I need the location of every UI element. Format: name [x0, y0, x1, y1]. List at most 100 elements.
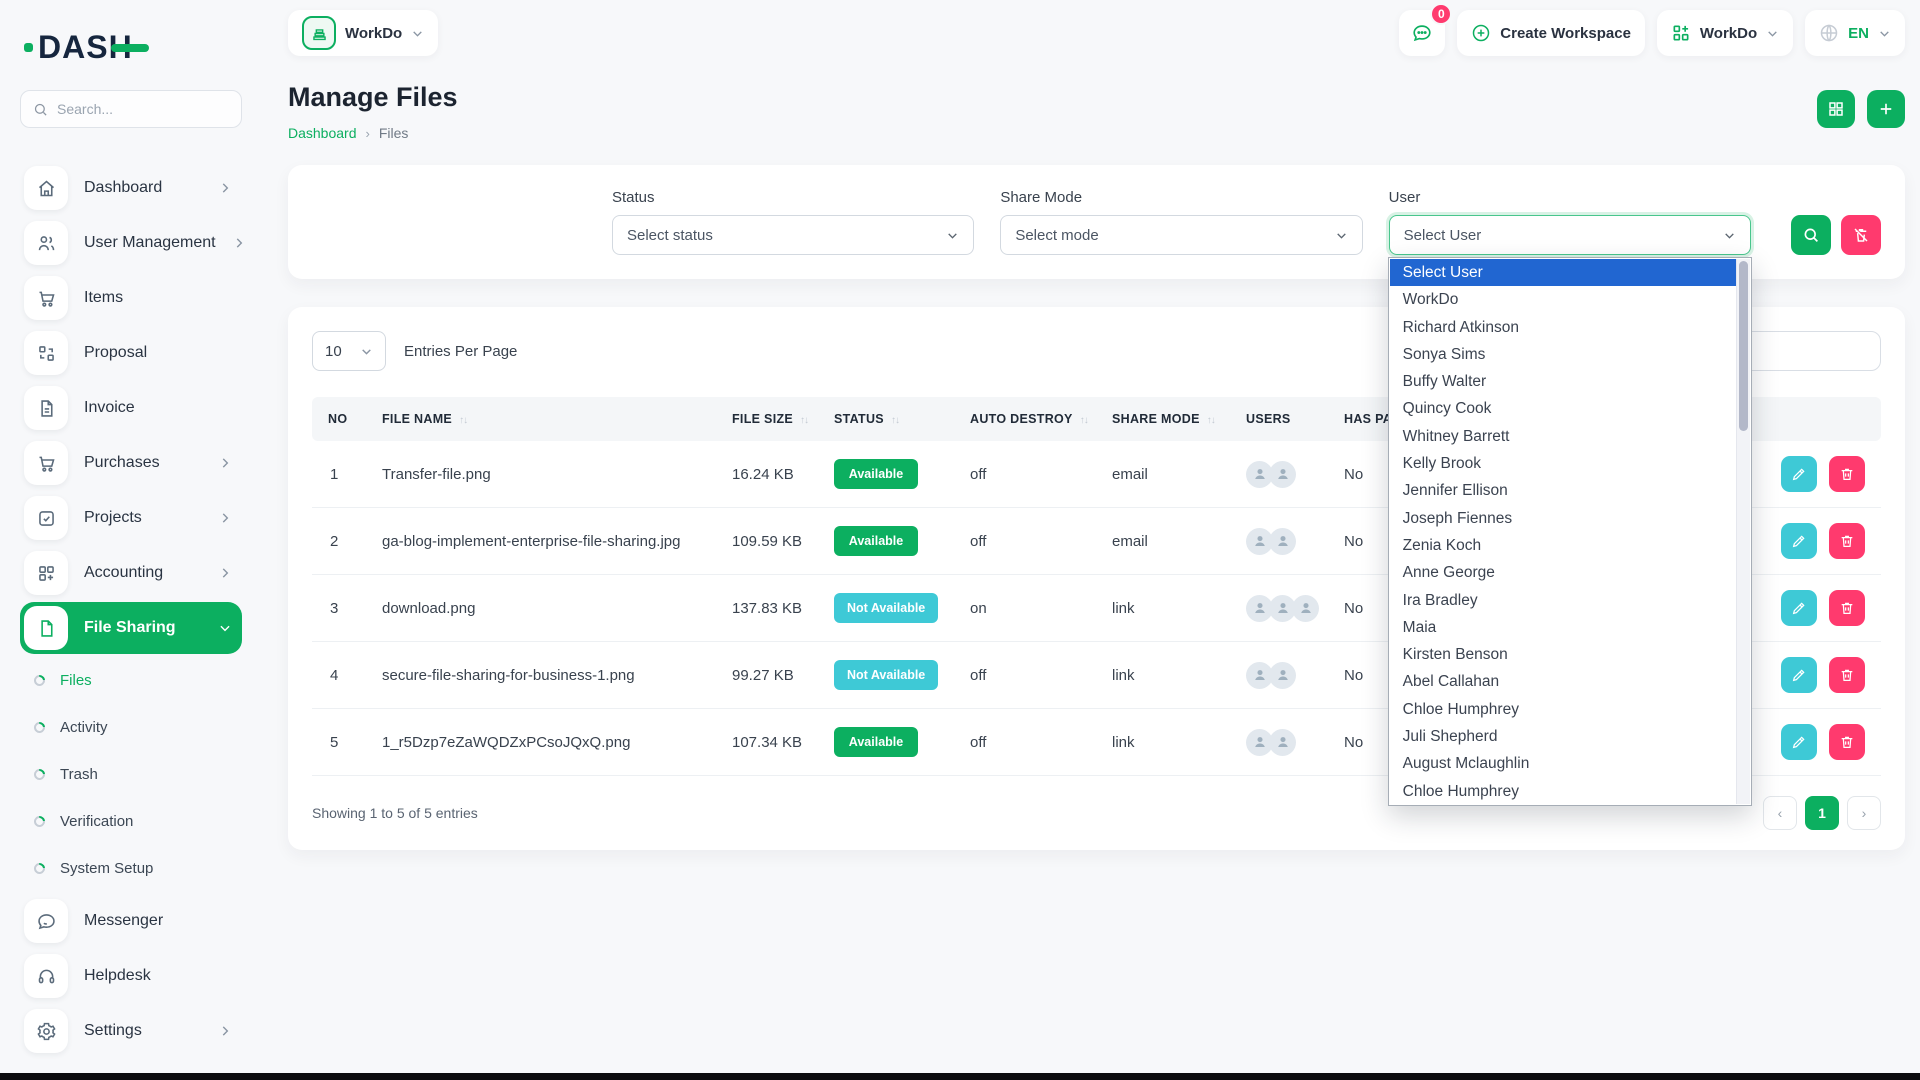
column-header-file-name[interactable]: FILE NAME↑↓ [372, 397, 722, 441]
delete-file-button[interactable] [1829, 724, 1865, 760]
user-option[interactable]: August Mclaughlin [1390, 750, 1736, 777]
user-select-value: Select User [1404, 227, 1482, 244]
user-option[interactable]: Juli Shepherd [1390, 723, 1736, 750]
edit-file-button[interactable] [1781, 523, 1817, 559]
share-mode-select[interactable]: Select mode [1000, 215, 1362, 255]
edit-file-button[interactable] [1781, 724, 1817, 760]
sidebar-search-input[interactable] [57, 101, 229, 117]
user-option[interactable]: Kirsten Benson [1390, 641, 1736, 668]
sidebar-subitem-files[interactable]: Files [20, 657, 242, 704]
pagination-page-1-button[interactable]: 1 [1805, 796, 1839, 830]
sidebar-item-accounting[interactable]: Accounting [20, 547, 242, 599]
sidebar-subitem-verification[interactable]: Verification [20, 798, 242, 845]
sort-icon[interactable]: ↑↓ [800, 415, 808, 426]
status-badge: Available [834, 727, 918, 757]
edit-file-button[interactable] [1781, 657, 1817, 693]
dropdown-scrollbar-thumb[interactable] [1739, 261, 1748, 431]
delete-file-button[interactable] [1829, 456, 1865, 492]
sidebar-item-purchases[interactable]: Purchases [20, 437, 242, 489]
user-option[interactable]: Chloe Humphrey [1390, 778, 1736, 804]
cell-no: 4 [312, 642, 372, 709]
file-icon [24, 606, 68, 650]
breadcrumb-dashboard-link[interactable]: Dashboard [288, 125, 357, 141]
user-option[interactable]: Quincy Cook [1390, 395, 1736, 422]
user-option[interactable]: Abel Callahan [1390, 668, 1736, 695]
sort-icon[interactable]: ↑↓ [459, 415, 467, 426]
bullet-ring-icon [32, 720, 47, 735]
sidebar-item-messenger[interactable]: Messenger [20, 895, 242, 947]
dropdown-scrollbar[interactable] [1736, 259, 1750, 804]
workspace-switcher[interactable]: WorkDo [288, 10, 438, 56]
sidebar-item-items[interactable]: Items [20, 272, 242, 324]
pagination-next-button[interactable]: › [1847, 796, 1881, 830]
trash-icon [1839, 533, 1855, 549]
entries-per-page-select[interactable]: 10 [312, 331, 386, 371]
status-badge: Not Available [834, 660, 938, 690]
user-option[interactable]: Jennifer Ellison [1390, 477, 1736, 504]
user-option[interactable]: Buffy Walter [1390, 368, 1736, 395]
chevron-right-icon [232, 236, 246, 250]
delete-file-button[interactable] [1829, 590, 1865, 626]
edit-file-button[interactable] [1781, 590, 1817, 626]
users-avatars [1246, 662, 1324, 689]
status-select[interactable]: Select status [612, 215, 974, 255]
sidebar-subitem-trash[interactable]: Trash [20, 751, 242, 798]
create-workspace-button[interactable]: Create Workspace [1457, 10, 1645, 56]
sort-icon[interactable]: ↑↓ [1207, 415, 1215, 426]
pagination-prev-button[interactable]: ‹ [1763, 796, 1797, 830]
messages-button[interactable]: 0 [1399, 10, 1445, 56]
user-option[interactable]: Chloe Humphrey [1390, 696, 1736, 723]
user-option[interactable]: Richard Atkinson [1390, 314, 1736, 341]
users-avatars [1246, 729, 1324, 756]
column-header-share-mode[interactable]: SHARE MODE↑↓ [1102, 397, 1236, 441]
workspace-name: WorkDo [345, 25, 402, 42]
user-option[interactable]: Anne George [1390, 559, 1736, 586]
user-option[interactable]: Joseph Fiennes [1390, 505, 1736, 532]
user-option[interactable]: WorkDo [1390, 286, 1736, 313]
column-header-auto-destroy[interactable]: AUTO DESTROY↑↓ [960, 397, 1102, 441]
cell-file-name: download.png [372, 575, 722, 642]
sidebar-item-invoice[interactable]: Invoice [20, 382, 242, 434]
sort-icon[interactable]: ↑↓ [891, 415, 899, 426]
sidebar-item-projects[interactable]: Projects [20, 492, 242, 544]
user-option[interactable]: Kelly Brook [1390, 450, 1736, 477]
app-grid-icon [1671, 23, 1691, 43]
sidebar-item-label: Helpdesk [84, 967, 151, 985]
sidebar-subitem-activity[interactable]: Activity [20, 704, 242, 751]
user-option[interactable]: Maia [1390, 614, 1736, 641]
user-option[interactable]: Zenia Koch [1390, 532, 1736, 559]
user-option[interactable]: Select User [1390, 259, 1736, 286]
language-selector[interactable]: EN [1805, 10, 1905, 56]
cell-file-size: 137.83 KB [722, 575, 824, 642]
sidebar-item-dashboard[interactable]: Dashboard [20, 162, 242, 214]
reset-filter-button[interactable] [1841, 215, 1881, 255]
column-header-file-size[interactable]: FILE SIZE↑↓ [722, 397, 824, 441]
user-option[interactable]: Sonya Sims [1390, 341, 1736, 368]
user-option[interactable]: Whitney Barrett [1390, 423, 1736, 450]
sidebar-item-helpdesk[interactable]: Helpdesk [20, 950, 242, 1002]
sidebar-item-proposal[interactable]: Proposal [20, 327, 242, 379]
sort-icon[interactable]: ↑↓ [1080, 415, 1088, 426]
sidebar-search[interactable] [20, 90, 242, 128]
pagination: ‹ 1 › [1763, 796, 1881, 830]
trash-icon [1839, 466, 1855, 482]
delete-file-button[interactable] [1829, 523, 1865, 559]
edit-file-button[interactable] [1781, 456, 1817, 492]
trash-icon [1839, 667, 1855, 683]
sidebar-subitem-system-setup[interactable]: System Setup [20, 845, 242, 892]
grid-view-button[interactable] [1817, 90, 1855, 128]
sidebar-item-settings[interactable]: Settings [20, 1005, 242, 1057]
cell-file-name: Transfer-file.png [372, 441, 722, 508]
add-file-button[interactable] [1867, 90, 1905, 128]
sidebar-subitem-label: System Setup [60, 860, 153, 877]
sidebar-item-file-sharing[interactable]: File Sharing [20, 602, 242, 654]
cart-icon [24, 441, 68, 485]
apply-filter-button[interactable] [1791, 215, 1831, 255]
user-menu[interactable]: WorkDo [1657, 10, 1793, 56]
user-select[interactable]: Select User [1389, 215, 1751, 255]
delete-file-button[interactable] [1829, 657, 1865, 693]
column-header-status[interactable]: STATUS↑↓ [824, 397, 960, 441]
user-option[interactable]: Ira Bradley [1390, 587, 1736, 614]
column-header-no[interactable]: NO [312, 397, 372, 441]
sidebar-item-user-management[interactable]: User Management [20, 217, 242, 269]
